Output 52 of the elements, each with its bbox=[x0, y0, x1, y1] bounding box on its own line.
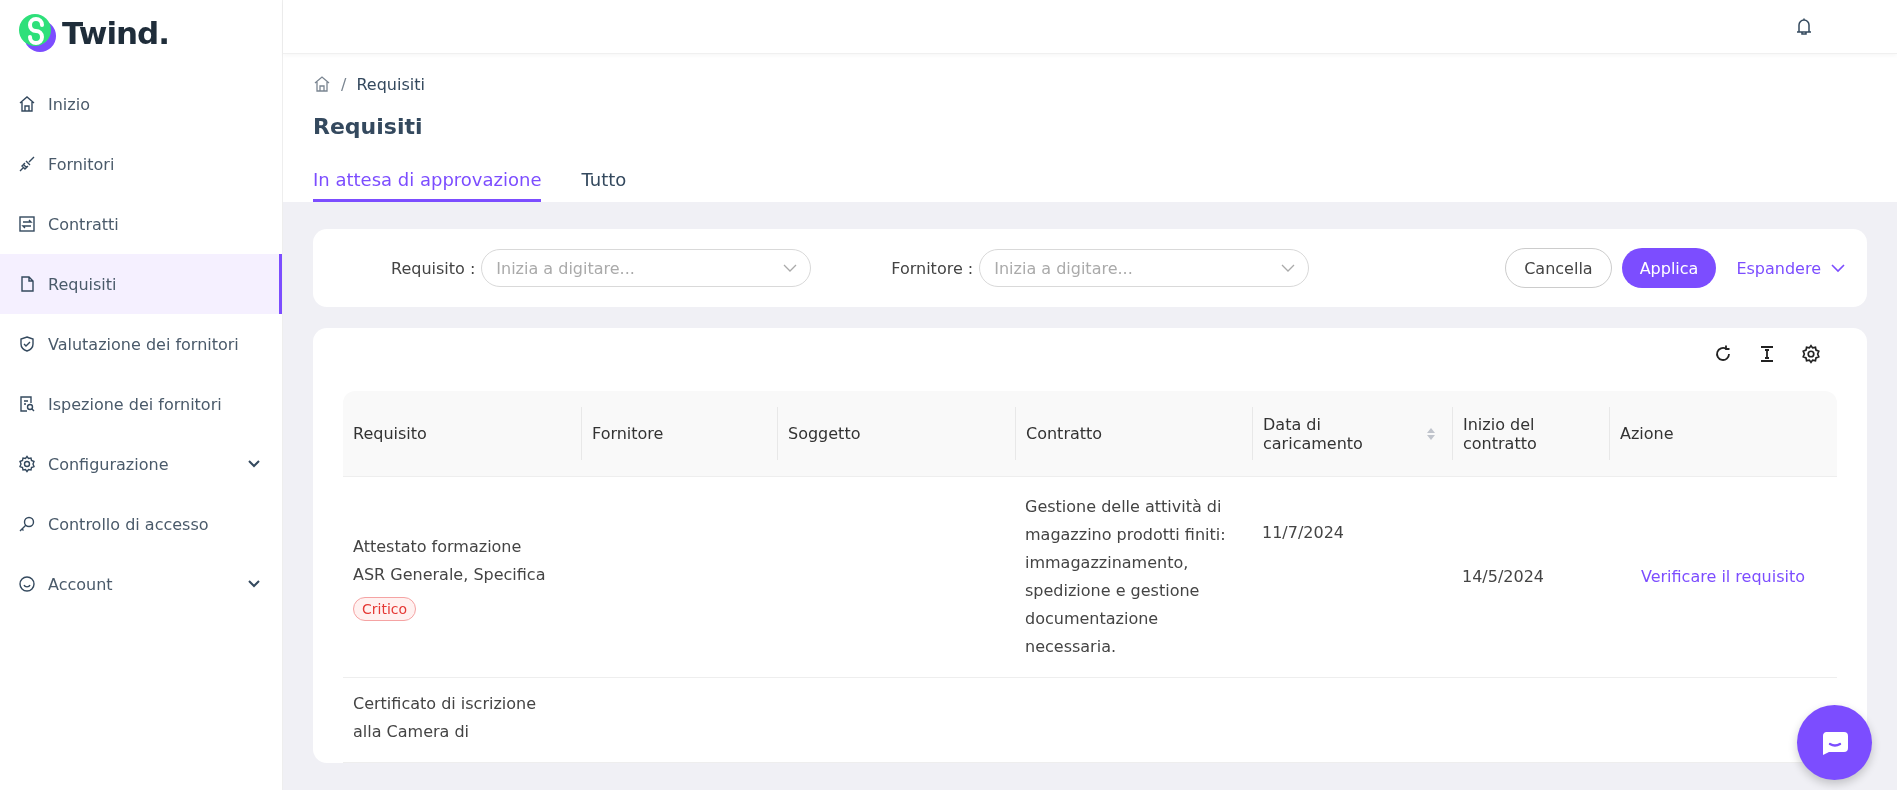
column-header: Data di caricamento bbox=[1252, 407, 1452, 460]
shield-icon bbox=[18, 335, 36, 353]
sidebar-item[interactable]: Inizio bbox=[0, 74, 282, 134]
logo-icon bbox=[18, 13, 58, 53]
chevron-icon[interactable] bbox=[1831, 263, 1845, 273]
breadcrumb-separator: / bbox=[341, 74, 347, 94]
chevron-icon bbox=[248, 580, 260, 588]
key-icon bbox=[18, 515, 36, 533]
verify-link[interactable]: Verificare il requisito bbox=[1640, 563, 1805, 591]
table-cell-text: Certificato di iscrizione alla Camera di bbox=[353, 693, 538, 743]
sidebar-item[interactable]: Valutazione dei fornitori bbox=[0, 314, 282, 374]
sidebar-item[interactable]: Ispezione dei fornitori bbox=[0, 374, 282, 434]
critical-tag: Critico bbox=[353, 597, 417, 621]
table-cell-text: 14/5/2024 bbox=[1462, 566, 1545, 588]
sidebar-item[interactable]: Account bbox=[0, 554, 282, 614]
document-icon bbox=[18, 275, 36, 293]
column-header: Soggetto bbox=[777, 407, 1015, 460]
column-header: Inizio del contratto bbox=[1452, 407, 1609, 460]
logo-text: Twind. bbox=[62, 15, 170, 51]
table-cell-text: 11/7/2024 bbox=[1262, 522, 1345, 544]
document-search-icon bbox=[18, 395, 36, 413]
smiley-icon bbox=[18, 575, 36, 593]
tab[interactable]: Tutto bbox=[581, 165, 627, 202]
field-label: Fornitore : bbox=[891, 258, 974, 278]
bell-icon[interactable] bbox=[1795, 16, 1813, 37]
table-cell-text: Attestato formazione ASR Generale, Specifica bbox=[353, 536, 547, 586]
arrows-icon bbox=[18, 215, 36, 233]
table-cell-text: Gestione delle attività di magazzino prodotti finiti: immagazzinamento, spedizione e gestione documentazione necessaria. bbox=[1025, 496, 1227, 658]
apply-button[interactable]: Applica bbox=[1621, 248, 1717, 288]
settings-icon[interactable] bbox=[1801, 344, 1821, 364]
gear-icon bbox=[18, 455, 36, 473]
refresh-icon[interactable] bbox=[1713, 344, 1733, 364]
home-icon bbox=[18, 95, 36, 113]
sidebar-item[interactable]: Requisiti bbox=[0, 254, 282, 314]
page-title: Requisiti bbox=[313, 114, 424, 139]
column-header: Contratto bbox=[1015, 407, 1252, 460]
breadcrumb-item: Requisiti bbox=[356, 74, 425, 94]
column-header: Fornitore bbox=[581, 407, 777, 460]
column-header: Requisito bbox=[352, 423, 428, 445]
chevron-icon bbox=[248, 460, 260, 468]
sidebar-item[interactable]: Fornitori bbox=[0, 134, 282, 194]
plug-icon bbox=[18, 155, 36, 173]
select-field[interactable]: Inizia a digitare... bbox=[979, 249, 1310, 287]
home-icon[interactable] bbox=[313, 75, 331, 93]
expand-link[interactable]: Espandere bbox=[1736, 258, 1845, 278]
sidebar-item[interactable]: Controllo di accesso bbox=[0, 494, 282, 554]
sidebar-item[interactable]: Contratti bbox=[0, 194, 282, 254]
column-header: Azione bbox=[1609, 407, 1837, 460]
select-field[interactable]: Inizia a digitare... bbox=[481, 249, 812, 287]
sidebar-item[interactable]: Configurazione bbox=[0, 434, 282, 494]
cancel-button[interactable]: Cancella bbox=[1505, 248, 1612, 288]
field-label: Requisito : bbox=[391, 258, 476, 278]
